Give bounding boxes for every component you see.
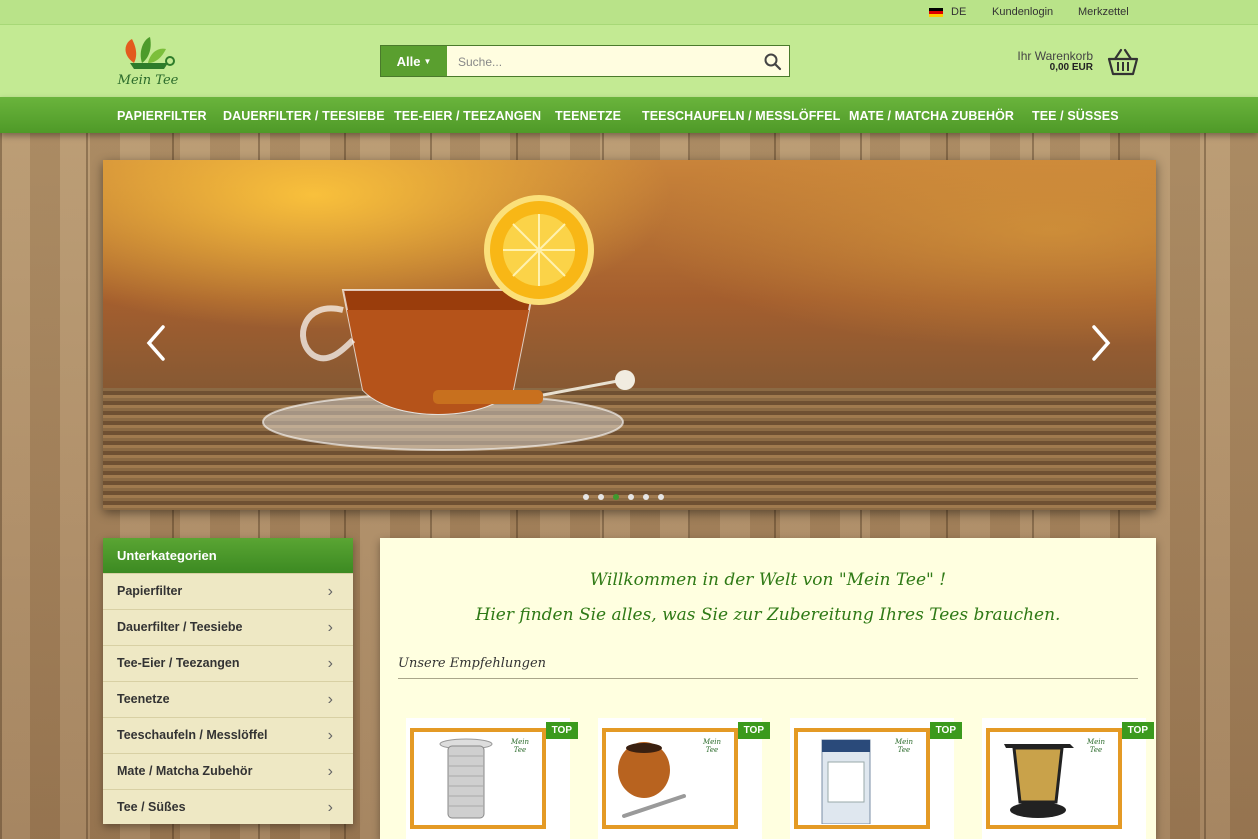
site-header: Mein Tee Alle ▼ Ihr Warenkorb 0,00 EUR bbox=[0, 25, 1258, 97]
top-badge: TOP bbox=[929, 722, 962, 739]
nav-item-tee-eier[interactable]: TEE-EIER / TEEZANGEN bbox=[394, 109, 541, 123]
top-utility-bar: DE Kundenlogin Merkzettel bbox=[0, 0, 1258, 25]
site-logo[interactable]: Mein Tee bbox=[112, 33, 192, 93]
product-image[interactable]: TOP Mein Tee bbox=[986, 722, 1154, 829]
product-image[interactable]: TOP Mein Tee bbox=[602, 722, 770, 829]
welcome-subheading: Hier finden Sie alles, was Sie zur Zuber… bbox=[475, 605, 1061, 625]
nav-item-mate-matcha[interactable]: MATE / MATCHA ZUBEHÖR bbox=[849, 109, 1014, 123]
filter-box-image bbox=[821, 739, 871, 824]
nav-item-tee-suesses[interactable]: TEE / SÜSSES bbox=[1032, 109, 1119, 123]
chevron-right-icon: › bbox=[327, 799, 333, 816]
search-bar: Alle ▼ bbox=[380, 45, 790, 78]
product-image[interactable]: TOP Mein Tee bbox=[794, 722, 962, 829]
slider-dot[interactable] bbox=[658, 494, 664, 500]
top-badge: TOP bbox=[737, 722, 770, 739]
cart-label[interactable]: Ihr Warenkorb bbox=[1017, 49, 1093, 63]
sidebar-item-teeschaufeln[interactable]: Teeschaufeln / Messlöffel › bbox=[103, 717, 353, 753]
sidebar-item-mate-matcha[interactable]: Mate / Matcha Zubehör › bbox=[103, 753, 353, 789]
chevron-right-icon: › bbox=[327, 619, 333, 636]
slider-dot-active[interactable] bbox=[613, 494, 619, 500]
nav-item-dauerfilter[interactable]: DAUERFILTER / TEESIEBE bbox=[223, 109, 385, 123]
sidebar-item-label: Tee-Eier / Teezangen bbox=[117, 656, 240, 670]
top-badge: TOP bbox=[545, 722, 578, 739]
slider-next-chevron-icon[interactable] bbox=[1088, 323, 1114, 363]
sidebar-title: Unterkategorien bbox=[103, 538, 353, 573]
logo-text: Mein Tee bbox=[117, 73, 179, 88]
sidebar-item-label: Teenetze bbox=[117, 692, 170, 706]
slider-dot[interactable] bbox=[598, 494, 604, 500]
mini-logo: Mein Tee bbox=[510, 738, 530, 754]
nav-item-teenetze[interactable]: TEENETZE bbox=[555, 109, 621, 123]
basket-icon[interactable] bbox=[1107, 47, 1139, 77]
welcome-heading: Willkommen in der Welt von "Mein Tee" ! bbox=[589, 570, 947, 590]
top-badge: TOP bbox=[1121, 722, 1154, 739]
chevron-right-icon: › bbox=[327, 691, 333, 708]
caret-down-icon: ▼ bbox=[423, 56, 432, 66]
tea-filter-image bbox=[439, 738, 493, 819]
chevron-right-icon: › bbox=[327, 763, 333, 780]
welcome-panel: Willkommen in der Welt von "Mein Tee" ! … bbox=[380, 538, 1156, 839]
chevron-right-icon: › bbox=[327, 655, 333, 672]
recommendations-title: Unsere Empfehlungen bbox=[398, 656, 547, 671]
sidebar-item-label: Teeschaufeln / Messlöffel bbox=[117, 728, 268, 742]
wishlist-link[interactable]: Merkzettel bbox=[1078, 6, 1129, 18]
subcategory-sidebar: Unterkategorien Papierfilter › Dauerfilte… bbox=[103, 538, 353, 824]
mate-gourd-image bbox=[618, 742, 686, 818]
slider-prev-chevron-icon[interactable] bbox=[143, 323, 169, 363]
tea-leaf-logo-icon bbox=[125, 37, 175, 69]
nav-item-teeschaufeln[interactable]: TEESCHAUFELN / MESSLÖFFEL bbox=[642, 109, 840, 123]
recommendations-divider bbox=[398, 678, 1138, 679]
sidebar-item-papierfilter[interactable]: Papierfilter › bbox=[103, 573, 353, 609]
product-image[interactable]: TOP Mein Tee bbox=[410, 722, 578, 829]
sidebar-item-tee-eier[interactable]: Tee-Eier / Teezangen › bbox=[103, 645, 353, 681]
sidebar-item-tee-suesses[interactable]: Tee / Süßes › bbox=[103, 789, 353, 825]
search-category-dropdown[interactable]: Alle ▼ bbox=[381, 46, 447, 76]
slider-dot[interactable] bbox=[628, 494, 634, 500]
mini-logo: Mein Tee bbox=[702, 738, 722, 754]
sidebar-item-label: Papierfilter bbox=[117, 584, 183, 598]
sidebar-item-dauerfilter[interactable]: Dauerfilter / Teesiebe › bbox=[103, 609, 353, 645]
german-flag-icon[interactable] bbox=[929, 8, 943, 17]
sidebar-item-label: Mate / Matcha Zubehör bbox=[117, 764, 253, 778]
search-input[interactable] bbox=[447, 46, 770, 78]
main-navigation: PAPIERFILTER DAUERFILTER / TEESIEBE TEE-… bbox=[0, 97, 1258, 133]
chevron-right-icon: › bbox=[327, 583, 333, 600]
mini-logo: Mein Tee bbox=[894, 738, 914, 754]
mini-logo: Mein Tee bbox=[1086, 738, 1106, 754]
strainer-cup-image bbox=[1004, 744, 1074, 818]
chevron-right-icon: › bbox=[327, 727, 333, 744]
slider-dot[interactable] bbox=[583, 494, 589, 500]
search-category-label: Alle bbox=[396, 53, 421, 69]
sidebar-item-teenetze[interactable]: Teenetze › bbox=[103, 681, 353, 717]
sidebar-item-label: Tee / Süßes bbox=[117, 800, 186, 814]
cart-total: 0,00 EUR bbox=[1049, 62, 1093, 73]
slider-dot[interactable] bbox=[643, 494, 649, 500]
sidebar-item-label: Dauerfilter / Teesiebe bbox=[117, 620, 243, 634]
search-icon[interactable] bbox=[763, 52, 783, 72]
hero-slider[interactable] bbox=[103, 160, 1156, 510]
tea-cup-image bbox=[262, 195, 635, 451]
customer-login-link[interactable]: Kundenlogin bbox=[992, 6, 1053, 18]
language-selector[interactable]: DE bbox=[951, 6, 966, 18]
nav-item-papierfilter[interactable]: PAPIERFILTER bbox=[117, 109, 207, 123]
slider-dots bbox=[583, 489, 673, 500]
